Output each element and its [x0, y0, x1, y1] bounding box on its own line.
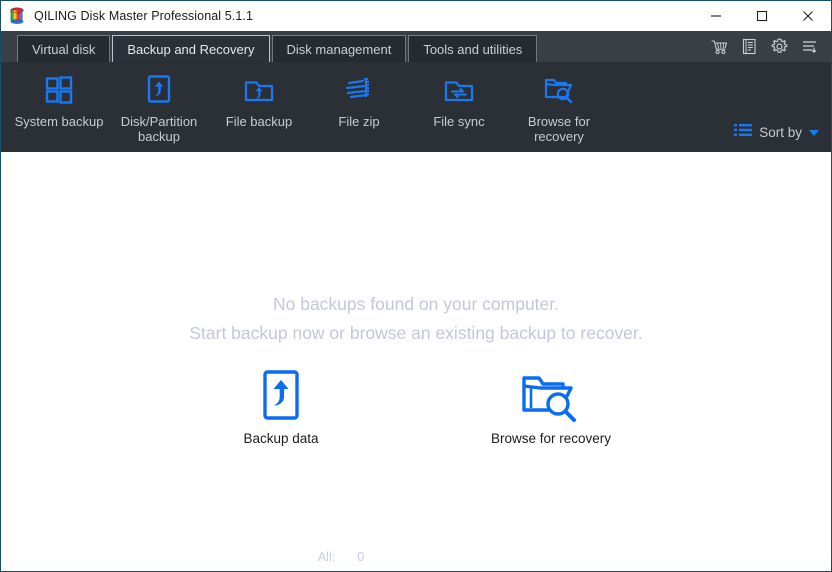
- window-title: QILING Disk Master Professional 5.1.1: [34, 9, 253, 23]
- tab-tools-and-utilities[interactable]: Tools and utilities: [408, 35, 537, 62]
- toolbar-item-label: File sync: [433, 114, 484, 129]
- toolbar-item-label: Disk/Partition backup: [109, 114, 209, 144]
- main-toolbar: System backup Disk/Partition backup File…: [1, 62, 831, 152]
- empty-state-line-1: No backups found on your computer.: [189, 290, 642, 319]
- status-all-label: All:: [318, 550, 335, 564]
- toolbar-item-file-sync[interactable]: File sync: [409, 68, 509, 129]
- file-zip-icon: [343, 72, 375, 108]
- log-icon[interactable]: [735, 33, 763, 61]
- toolbar-item-file-backup[interactable]: File backup: [209, 68, 309, 129]
- tab-bar-actions: [705, 31, 831, 62]
- empty-state-line-2: Start backup now or browse an existing b…: [189, 319, 642, 348]
- action-browse-for-recovery[interactable]: Browse for recovery: [476, 370, 626, 446]
- toolbar-item-disk-partition-backup[interactable]: Disk/Partition backup: [109, 68, 209, 144]
- toolbar-item-label: File backup: [226, 114, 292, 129]
- chevron-down-icon: [809, 130, 819, 136]
- minimize-button[interactable]: [693, 1, 739, 31]
- tab-virtual-disk[interactable]: Virtual disk: [17, 35, 110, 62]
- backup-data-icon: [258, 370, 304, 422]
- gear-icon[interactable]: [765, 33, 793, 61]
- toolbar-item-label: System backup: [15, 114, 104, 129]
- menu-icon[interactable]: [795, 33, 823, 61]
- application-window: QILING Disk Master Professional 5.1.1 Vi…: [0, 0, 832, 572]
- toolbar-item-label: Browse for recovery: [509, 114, 609, 144]
- cart-icon[interactable]: [705, 33, 733, 61]
- toolbar-item-system-backup[interactable]: System backup: [9, 68, 109, 129]
- folder-search-large-icon: [518, 370, 584, 422]
- status-all-value: 0: [357, 550, 364, 564]
- sort-by-dropdown[interactable]: Sort by: [734, 123, 819, 142]
- close-button[interactable]: [785, 1, 831, 31]
- folder-search-icon: [542, 72, 576, 108]
- title-bar: QILING Disk Master Professional 5.1.1: [1, 1, 831, 31]
- content-area: No backups found on your computer. Start…: [1, 152, 831, 571]
- toolbar-item-file-zip[interactable]: File zip: [309, 68, 409, 129]
- cube-icon: [8, 7, 26, 25]
- toolbar-item-browse-for-recovery[interactable]: Browse for recovery: [509, 68, 609, 144]
- empty-state-actions: Backup data Browse for recovery: [206, 370, 626, 446]
- action-label: Browse for recovery: [491, 431, 611, 446]
- tab-backup-and-recovery[interactable]: Backup and Recovery: [112, 35, 269, 62]
- folder-arrow-icon: [243, 72, 275, 108]
- tab-list: Virtual disk Backup and Recovery Disk ma…: [1, 31, 539, 62]
- action-backup-data[interactable]: Backup data: [206, 370, 356, 446]
- tab-bar: Virtual disk Backup and Recovery Disk ma…: [1, 31, 831, 62]
- action-label: Backup data: [243, 431, 318, 446]
- list-icon: [734, 123, 752, 142]
- empty-state-message: No backups found on your computer. Start…: [189, 290, 642, 348]
- status-bar: All: 0: [1, 543, 831, 571]
- tab-disk-management[interactable]: Disk management: [272, 35, 407, 62]
- disk-arrow-icon: [144, 72, 174, 108]
- maximize-button[interactable]: [739, 1, 785, 31]
- sort-by-label: Sort by: [759, 125, 802, 140]
- toolbar-item-label: File zip: [338, 114, 379, 129]
- windows-panes-icon: [44, 72, 74, 108]
- folder-sync-icon: [443, 72, 475, 108]
- window-controls: [693, 1, 831, 31]
